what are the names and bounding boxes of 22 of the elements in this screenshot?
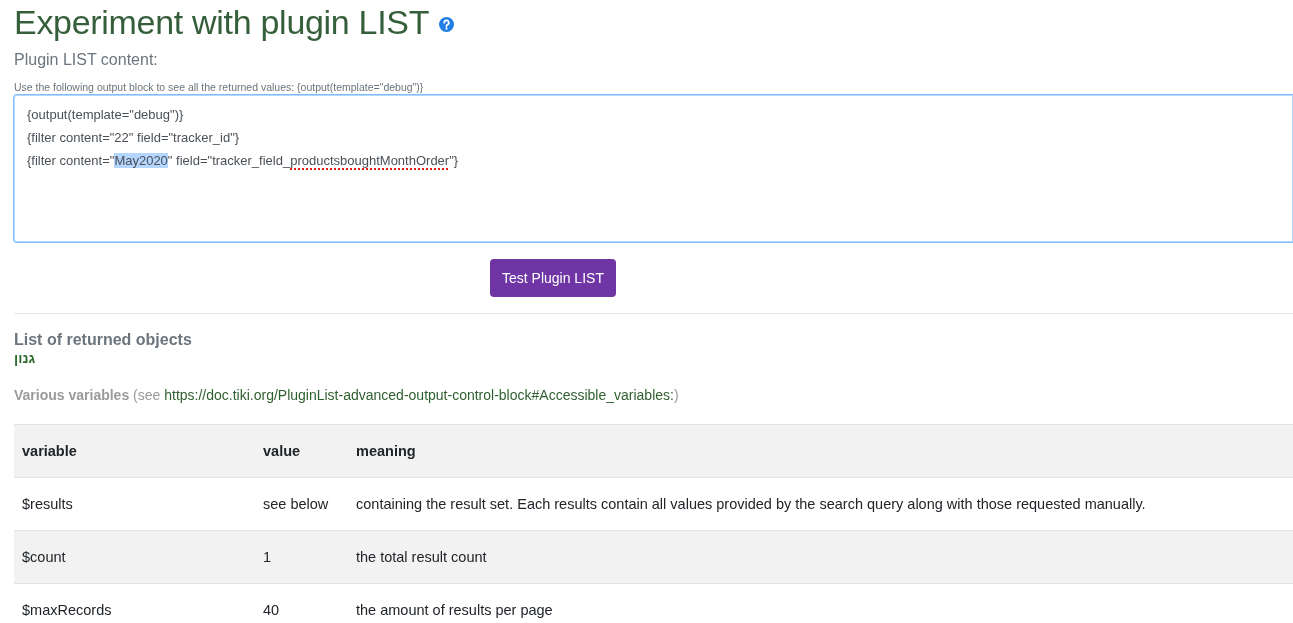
table-cell: 1: [255, 530, 348, 584]
doc-link[interactable]: https://doc.tiki.org/PluginList-advanced-output-control-block#Accessible_variables:: [164, 387, 674, 403]
page-title: Experiment with plugin LIST: [14, 2, 430, 43]
hint-text: Use the following output block to see all the returned values: {output(template="debug")}: [14, 80, 425, 94]
table-cell: the amount of results per page: [348, 583, 1293, 623]
table-cell: $maxRecords: [14, 583, 255, 623]
section-heading: List of returned objects: [14, 330, 192, 350]
field-label: Plugin LIST content:: [14, 50, 159, 70]
column-header: value: [255, 424, 348, 478]
table-cell: the total result count: [348, 530, 1293, 584]
test-plugin-button[interactable]: Test Plugin LIST: [490, 259, 616, 297]
table-cell: 40: [255, 583, 348, 623]
code-line: {filter content="22" field="tracker_id"}: [27, 129, 240, 147]
variables-note: Various variables (see https://doc.tiki.org/PluginList-advanced-output-control-block#Accessible_variables:): [14, 386, 679, 405]
column-header: meaning: [348, 424, 1293, 478]
code-editor[interactable]: {output(template="debug")} {filter content="22" field="tracker_id"} {filter content="May2020" field="tracker_field_productsboughtMonthOrder"}: [13, 94, 1293, 243]
result-value: גנון: [14, 350, 36, 366]
help-icon[interactable]: [439, 16, 455, 32]
table-cell: $count: [14, 530, 255, 584]
column-header: variable: [14, 424, 255, 478]
code-line: {output(template="debug")}: [27, 106, 184, 124]
code-line: {filter content="May2020" field="tracker_field_productsboughtMonthOrder"}: [27, 152, 459, 170]
